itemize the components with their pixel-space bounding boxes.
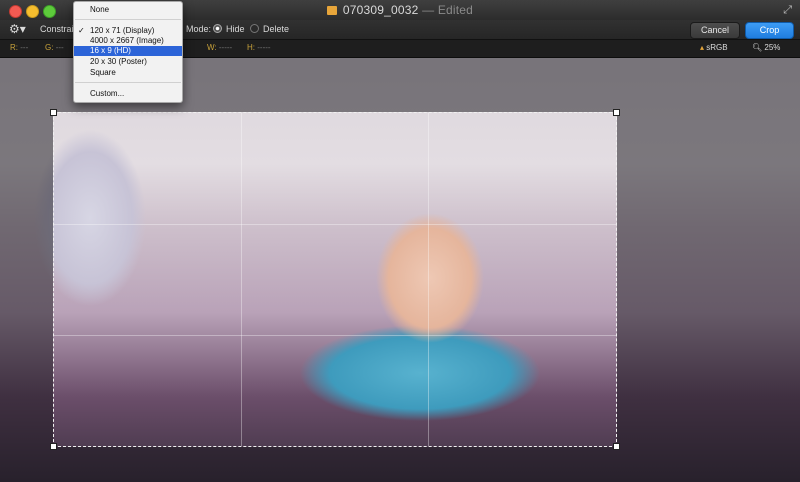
menu-separator <box>75 82 181 83</box>
menu-item-hd[interactable]: 16 x 9 (HD) <box>74 46 182 56</box>
menu-item-label: 4000 x 2667 (Image) <box>90 36 164 45</box>
green-label: G: <box>45 43 54 52</box>
window-title-status: — Edited <box>422 3 474 17</box>
height-value: ----- <box>257 43 271 52</box>
menu-item-custom[interactable]: Custom... <box>74 89 182 99</box>
green-value: --- <box>55 43 64 52</box>
crop-dim-bottom <box>0 447 800 482</box>
mode-hide-radio[interactable]: Hide <box>213 24 245 34</box>
crop-grid-line <box>54 224 616 225</box>
width-value: ----- <box>218 43 233 52</box>
green-readout: G: --- <box>45 43 64 52</box>
mode-hide-label: Hide <box>226 24 245 34</box>
radio-unselected-icon <box>250 24 259 33</box>
menu-item-label: 20 x 30 (Poster) <box>90 57 147 66</box>
menu-item-image[interactable]: 4000 x 2667 (Image) <box>74 36 182 46</box>
crop-dim-right <box>617 112 800 447</box>
width-label: W: <box>207 43 217 52</box>
menu-item-none[interactable]: None <box>74 5 182 15</box>
red-label: R: <box>10 43 18 52</box>
fullscreen-icon[interactable]: ⤢ <box>783 4 792 17</box>
red-readout: R: --- <box>10 43 28 52</box>
menu-item-poster[interactable]: 20 x 30 (Poster) <box>74 57 182 67</box>
document-icon <box>326 6 337 15</box>
zoom-icon: 🔍︎ <box>752 43 763 52</box>
menu-item-label: 16 x 9 (HD) <box>90 46 131 55</box>
crop-grid-line <box>241 113 242 446</box>
checkmark-icon: ✓ <box>78 26 85 35</box>
crop-grid-line <box>54 335 616 336</box>
mode-delete-label: Delete <box>263 24 290 34</box>
window-title-text: 070309_0032 <box>342 3 419 17</box>
mode-label: Mode: <box>186 24 212 34</box>
width-readout: W: ----- <box>207 43 232 52</box>
crop-rectangle[interactable] <box>50 109 620 450</box>
crop-handle-top-left[interactable] <box>50 109 57 116</box>
crop-grid-line <box>428 113 429 446</box>
image-canvas[interactable] <box>0 58 800 482</box>
color-profile-icon: ▴ <box>700 43 705 52</box>
red-value: --- <box>20 43 29 52</box>
menu-item-display[interactable]: ✓ 120 x 71 (Display) <box>74 26 182 36</box>
cancel-button[interactable]: Cancel <box>690 22 740 39</box>
menu-item-label: None <box>90 5 110 14</box>
constrain-menu: None ✓ 120 x 71 (Display) 4000 x 2667 (Im… <box>73 1 183 103</box>
color-profile[interactable]: ▴ sRGB <box>700 43 728 52</box>
gear-icon[interactable]: ⚙▾ <box>9 22 26 36</box>
menu-item-label: 120 x 71 (Display) <box>90 26 155 35</box>
color-profile-label: sRGB <box>706 43 728 52</box>
mode-delete-radio[interactable]: Delete <box>250 24 289 34</box>
crop-dim-left <box>0 112 53 447</box>
crop-handle-bottom-right[interactable] <box>613 443 620 450</box>
zoom-value: 25% <box>764 43 781 52</box>
crop-handle-bottom-left[interactable] <box>50 443 57 450</box>
menu-item-square[interactable]: Square <box>74 68 182 78</box>
height-label: H: <box>247 43 255 52</box>
menu-item-label: Square <box>90 68 116 77</box>
menu-item-label: Custom... <box>90 89 125 98</box>
crop-button[interactable]: Crop <box>745 22 794 39</box>
height-readout: H: ----- <box>247 43 271 52</box>
menu-separator <box>75 19 181 20</box>
zoom-level[interactable]: 🔍︎ 25% <box>752 43 780 52</box>
radio-selected-icon <box>213 24 222 33</box>
crop-handle-top-right[interactable] <box>613 109 620 116</box>
